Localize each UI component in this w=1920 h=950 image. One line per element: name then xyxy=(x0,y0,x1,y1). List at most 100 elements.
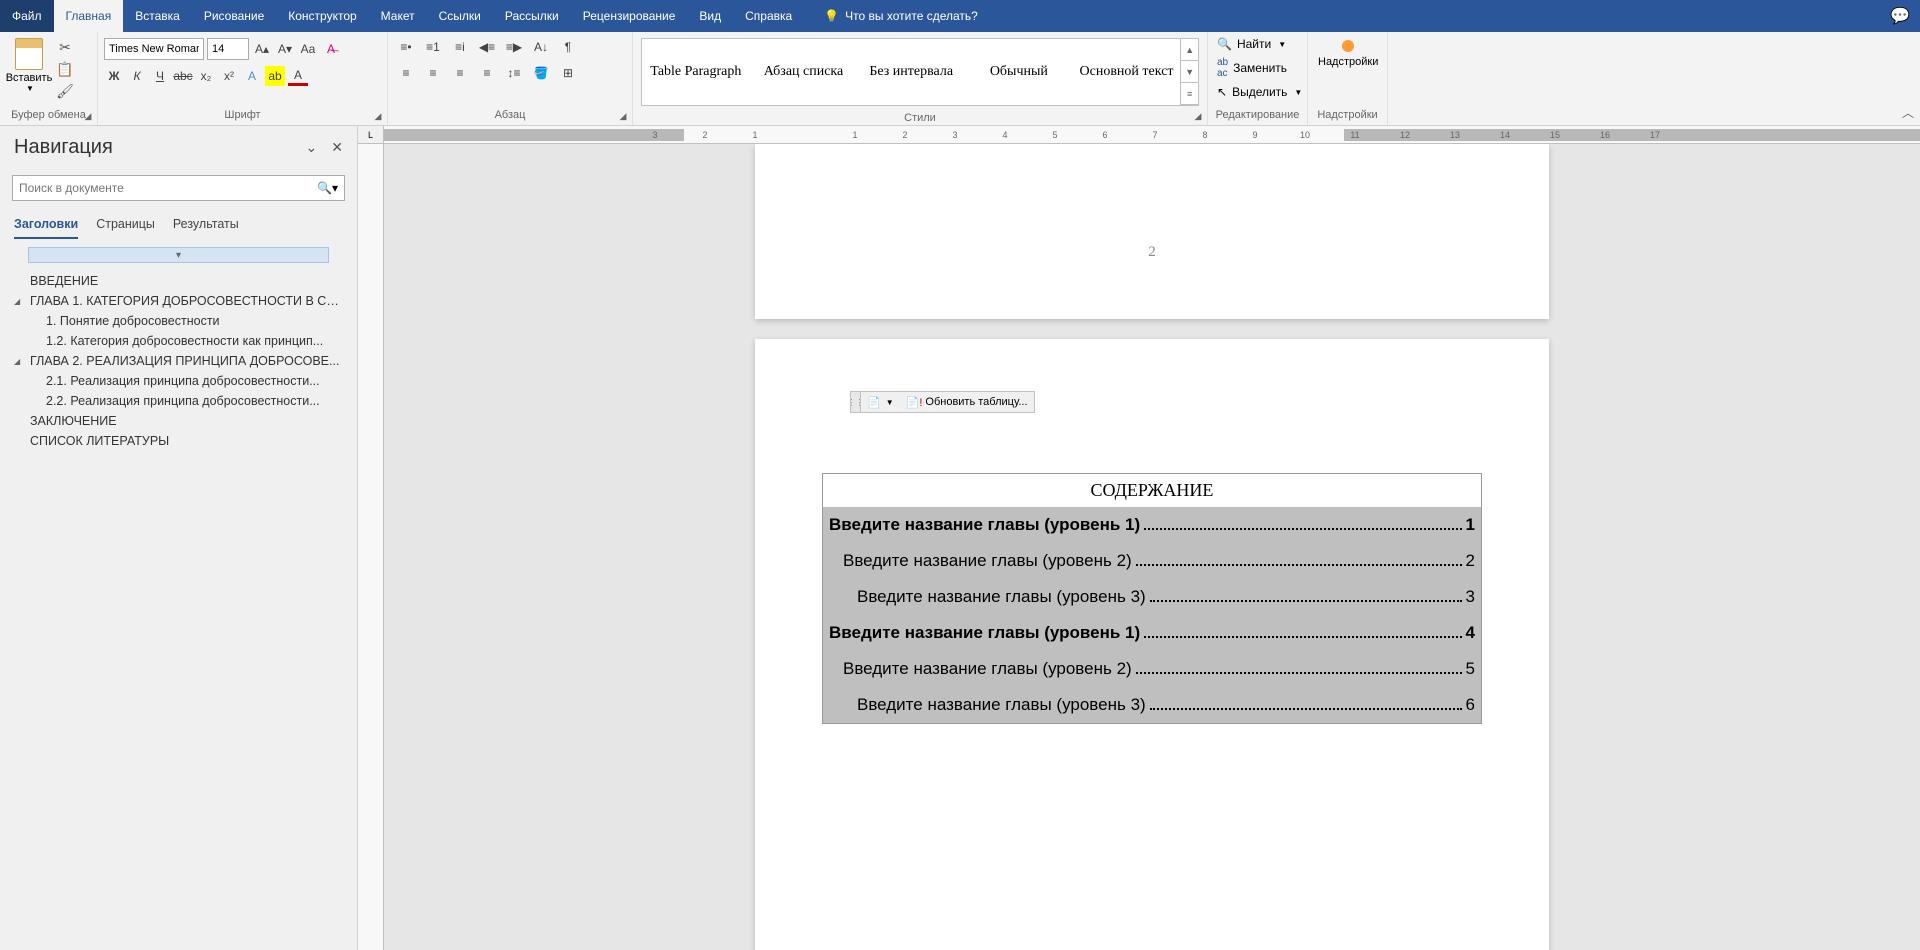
grow-font-button[interactable]: A▴ xyxy=(252,39,272,59)
search-icon[interactable]: 🔍▾ xyxy=(317,181,338,195)
vertical-ruler[interactable] xyxy=(358,144,384,950)
toc-entry[interactable]: Введите название главы (уровень 2)2 xyxy=(823,543,1481,579)
nav-heading-item[interactable]: ГЛАВА 2. РЕАЛИЗАЦИЯ ПРИНЦИПА ДОБРОСОВЕ..… xyxy=(10,351,347,371)
toc-drag-handle[interactable]: ⋮⋮ xyxy=(851,392,861,412)
multilevel-button[interactable]: ≡i xyxy=(448,37,472,57)
align-left-button[interactable]: ≡ xyxy=(394,63,418,83)
tab-design[interactable]: Конструктор xyxy=(276,0,368,32)
text-effects-button[interactable]: A xyxy=(242,66,262,86)
nav-heading-item[interactable]: 2.2. Реализация принципа добросовестност… xyxy=(10,391,347,411)
toc-entry[interactable]: Введите название главы (уровень 3)6 xyxy=(823,687,1481,723)
tab-insert[interactable]: Вставка xyxy=(123,0,192,32)
nav-tab-headings[interactable]: Заголовки xyxy=(14,217,78,239)
tab-draw[interactable]: Рисование xyxy=(192,0,276,32)
styles-scroll-up[interactable]: ▲ xyxy=(1181,39,1198,61)
font-name-input[interactable] xyxy=(104,38,204,60)
paste-label: Вставить xyxy=(6,72,53,84)
nav-heading-item[interactable]: 2.1. Реализация принципа добросовестност… xyxy=(10,371,347,391)
toc-entry-page: 3 xyxy=(1466,587,1475,607)
nav-heading-item[interactable]: 1. Понятие добросовестности xyxy=(10,311,347,331)
comments-icon[interactable]: 💬 xyxy=(1890,6,1910,26)
styles-launcher[interactable]: ◢ xyxy=(1192,110,1204,122)
toc-entry[interactable]: Введите название главы (уровень 2)5 xyxy=(823,651,1481,687)
tab-home[interactable]: Главная xyxy=(54,0,124,32)
toc-entry[interactable]: Введите название главы (уровень 1)4 xyxy=(823,615,1481,651)
nav-heading-item[interactable]: 1.2. Категория добросовестности как прин… xyxy=(10,331,347,351)
nav-heading-item[interactable]: СПИСОК ЛИТЕРАТУРЫ xyxy=(10,431,347,451)
clipboard-launcher[interactable]: ◢ xyxy=(82,110,94,122)
italic-button[interactable]: К xyxy=(127,66,147,86)
justify-button[interactable]: ≡ xyxy=(475,63,499,83)
horizontal-ruler[interactable]: 3211234567891011121314151617 xyxy=(384,126,1920,144)
nav-heading-item[interactable]: ЗАКЛЮЧЕНИЕ xyxy=(10,411,347,431)
styles-scroll-down[interactable]: ▼ xyxy=(1181,61,1198,83)
decrease-indent-button[interactable]: ◀≡ xyxy=(475,37,499,57)
style-body-text[interactable]: Основной текст xyxy=(1073,39,1181,105)
nav-search-box[interactable]: 🔍▾ xyxy=(12,175,345,201)
document-page-prev[interactable]: 2 xyxy=(755,144,1549,319)
toc-entry[interactable]: Введите название главы (уровень 1)1 xyxy=(823,507,1481,543)
ruler-corner[interactable]: L xyxy=(358,126,384,144)
tab-review[interactable]: Рецензирование xyxy=(571,0,688,32)
tab-mailings[interactable]: Рассылки xyxy=(493,0,571,32)
nav-jump-bar[interactable]: ▾ xyxy=(28,247,329,263)
nav-heading-item[interactable]: ВВЕДЕНИЕ xyxy=(10,271,347,291)
shading-button[interactable]: 🪣 xyxy=(529,63,553,83)
cut-button[interactable]: ✂ xyxy=(56,38,74,56)
font-size-input[interactable] xyxy=(207,38,249,60)
nav-heading-item[interactable]: ГЛАВА 1. КАТЕГОРИЯ ДОБРОСОВЕСТНОСТИ В СИ… xyxy=(10,291,347,311)
style-normal[interactable]: Обычный xyxy=(965,39,1073,105)
show-marks-button[interactable]: ¶ xyxy=(556,37,580,57)
nav-tab-pages[interactable]: Страницы xyxy=(96,217,155,239)
document-page-current[interactable]: ⋮⋮ 📄▼ 📄! Обновить таблицу... СОДЕРЖАНИЕ … xyxy=(755,339,1549,950)
page-scroll-area[interactable]: 2 ⋮⋮ 📄▼ 📄! Обновить таблицу... СОДЕРЖАНИ… xyxy=(384,144,1920,950)
tab-help[interactable]: Справка xyxy=(733,0,804,32)
increase-indent-button[interactable]: ≡▶ xyxy=(502,37,526,57)
style-table-paragraph[interactable]: Table Paragraph xyxy=(642,39,750,105)
subscript-button[interactable]: x₂ xyxy=(196,66,216,86)
paste-button[interactable]: Вставить ▼ xyxy=(4,34,54,97)
change-case-button[interactable]: Aa xyxy=(298,39,318,59)
addins-button[interactable]: Надстройки xyxy=(1312,34,1384,74)
borders-button[interactable]: ⊞ xyxy=(556,63,580,83)
paragraph-launcher[interactable]: ◢ xyxy=(617,110,629,122)
strikethrough-button[interactable]: abc xyxy=(173,66,193,86)
numbering-button[interactable]: ≡1 xyxy=(421,37,445,57)
format-painter-button[interactable]: 🖌 xyxy=(56,82,74,100)
font-color-button[interactable]: A xyxy=(288,66,308,86)
nav-options-button[interactable]: ⌄ xyxy=(306,139,318,156)
style-no-spacing[interactable]: Без интервала xyxy=(857,39,965,105)
align-center-button[interactable]: ≡ xyxy=(421,63,445,83)
styles-gallery[interactable]: Table Paragraph Абзац списка Без интерва… xyxy=(641,38,1199,106)
line-spacing-button[interactable]: ↕≡ xyxy=(502,63,526,83)
shrink-font-button[interactable]: A▾ xyxy=(275,39,295,59)
copy-button[interactable]: 📋 xyxy=(56,60,74,78)
tab-file[interactable]: Файл xyxy=(0,0,54,32)
bullets-button[interactable]: ≡• xyxy=(394,37,418,57)
sort-button[interactable]: A↓ xyxy=(529,37,553,57)
tab-view[interactable]: Вид xyxy=(687,0,733,32)
bold-button[interactable]: Ж xyxy=(104,66,124,86)
toc-entry[interactable]: Введите название главы (уровень 3)3 xyxy=(823,579,1481,615)
nav-close-button[interactable]: ✕ xyxy=(331,139,343,156)
replace-button[interactable]: abacЗаменить xyxy=(1212,54,1292,82)
tab-layout[interactable]: Макет xyxy=(369,0,427,32)
style-list-paragraph[interactable]: Абзац списка xyxy=(750,39,858,105)
font-launcher[interactable]: ◢ xyxy=(372,110,384,122)
toc-container[interactable]: СОДЕРЖАНИЕ Введите название главы (урове… xyxy=(822,473,1482,724)
align-right-button[interactable]: ≡ xyxy=(448,63,472,83)
nav-tab-results[interactable]: Результаты xyxy=(173,217,239,239)
toc-options-button[interactable]: 📄▼ xyxy=(861,392,900,412)
toc-update-button[interactable]: 📄! Обновить таблицу... xyxy=(900,392,1034,412)
highlight-button[interactable]: ab xyxy=(265,66,285,86)
find-button[interactable]: 🔍Найти▼ xyxy=(1212,34,1291,54)
clear-formatting-button[interactable]: A̶ xyxy=(321,39,341,59)
tab-references[interactable]: Ссылки xyxy=(427,0,493,32)
underline-button[interactable]: Ч xyxy=(150,66,170,86)
styles-expand[interactable]: ≡ xyxy=(1181,83,1198,105)
nav-search-input[interactable] xyxy=(19,181,317,195)
tell-me-search[interactable]: 💡 Что вы хотите сделать? xyxy=(824,9,978,23)
select-button[interactable]: ↖Выделить▼ xyxy=(1212,82,1307,102)
collapse-ribbon-button[interactable]: ︿ xyxy=(1902,104,1914,121)
superscript-button[interactable]: x² xyxy=(219,66,239,86)
